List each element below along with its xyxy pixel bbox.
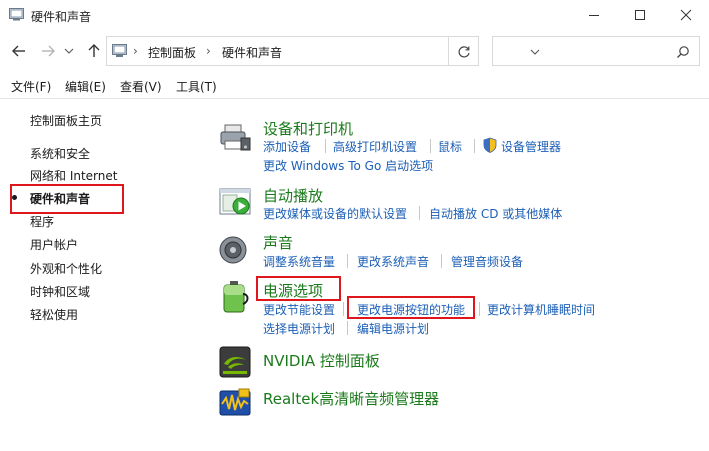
category-title-sound[interactable]: 声音 — [263, 232, 293, 253]
close-button[interactable] — [663, 0, 709, 30]
close-icon — [680, 9, 692, 21]
link-add-device[interactable]: 添加设备 — [263, 138, 311, 155]
link-autoplay-cd[interactable]: 自动播放 CD 或其他媒体 — [429, 205, 562, 222]
link-adjust-volume[interactable]: 调整系统音量 — [263, 253, 335, 270]
menu-bar: 文件(F) 编辑(E) 查看(V) 工具(T) — [0, 76, 709, 96]
printer-icon — [220, 124, 251, 151]
sidebar-item-network-internet[interactable]: 网络和 Internet — [30, 167, 117, 184]
link-change-sleep-time[interactable]: 更改计算机睡眠时间 — [487, 301, 595, 318]
menu-file[interactable]: 文件(F) — [11, 78, 51, 95]
sidebar-item-control-panel-home[interactable]: 控制面板主页 — [30, 112, 102, 129]
link-choose-power-plan[interactable]: 选择电源计划 — [263, 320, 335, 337]
link-change-system-sounds[interactable]: 更改系统声音 — [357, 253, 429, 270]
refresh-icon — [458, 46, 470, 58]
search-icon — [677, 46, 689, 58]
realtek-audio-icon — [219, 388, 251, 416]
minimize-icon — [589, 15, 599, 16]
sidebar-item-user-accounts[interactable]: 用户帐户 — [30, 236, 78, 253]
link-separator — [325, 139, 326, 153]
maximize-button[interactable] — [617, 0, 663, 30]
sidebar-item-programs[interactable]: 程序 — [30, 213, 54, 230]
link-advanced-printer-settings[interactable]: 高级打印机设置 — [333, 138, 417, 155]
link-mouse[interactable]: 鼠标 — [438, 138, 462, 155]
title-bar: 硬件和声音 — [0, 0, 709, 30]
window-title: 硬件和声音 — [31, 10, 92, 24]
link-separator — [347, 254, 348, 268]
link-separator — [479, 302, 480, 316]
link-device-manager[interactable]: 设备管理器 — [501, 138, 561, 155]
menu-divider — [0, 98, 709, 99]
link-separator — [430, 139, 431, 153]
link-separator — [419, 206, 420, 220]
search-input[interactable] — [492, 36, 700, 66]
control-panel-icon — [9, 8, 24, 21]
sidebar-item-system-security[interactable]: 系统和安全 — [30, 145, 90, 162]
breadcrumb-separator-icon[interactable]: › — [133, 44, 138, 58]
back-arrow-icon[interactable] — [9, 41, 29, 61]
up-arrow-icon[interactable] — [84, 41, 104, 61]
address-bar[interactable]: › 控制面板 › 硬件和声音 — [106, 36, 540, 66]
battery-icon — [223, 281, 249, 313]
breadcrumb-separator-icon[interactable]: › — [206, 44, 211, 58]
category-title-autoplay[interactable]: 自动播放 — [263, 185, 323, 206]
highlight-box — [347, 296, 475, 319]
link-change-power-saving[interactable]: 更改节能设置 — [263, 301, 335, 318]
breadcrumb-control-panel[interactable]: 控制面板 — [148, 44, 196, 61]
recent-locations-chevron-icon[interactable] — [62, 41, 76, 61]
sidebar-item-appearance[interactable]: 外观和个性化 — [30, 260, 102, 277]
autoplay-icon — [219, 188, 251, 215]
navigation-bar: › 控制面板 › 硬件和声音 — [0, 36, 709, 66]
category-title-nvidia[interactable]: NVIDIA 控制面板 — [263, 350, 380, 371]
forward-arrow-icon[interactable] — [38, 41, 58, 61]
maximize-icon — [635, 10, 645, 20]
link-separator — [474, 139, 475, 153]
category-title-devices-printers[interactable]: 设备和打印机 — [263, 118, 353, 139]
menu-edit[interactable]: 编辑(E) — [65, 78, 106, 95]
highlight-box — [10, 184, 124, 214]
link-separator — [347, 321, 348, 335]
menu-view[interactable]: 查看(V) — [120, 78, 162, 95]
link-edit-power-plan[interactable]: 编辑电源计划 — [357, 320, 429, 337]
sidebar-item-clock-region[interactable]: 时钟和区域 — [30, 283, 90, 300]
link-manage-audio-devices[interactable]: 管理音频设备 — [451, 253, 523, 270]
highlight-box — [256, 276, 341, 301]
shield-icon — [483, 137, 497, 153]
nvidia-icon — [219, 346, 251, 378]
control-panel-icon — [112, 44, 127, 57]
link-change-media-defaults[interactable]: 更改媒体或设备的默认设置 — [263, 205, 407, 222]
menu-tools[interactable]: 工具(T) — [176, 78, 217, 95]
breadcrumb-hardware-sound[interactable]: 硬件和声音 — [222, 44, 282, 61]
speaker-icon — [219, 236, 247, 264]
link-windows-to-go[interactable]: 更改 Windows To Go 启动选项 — [263, 157, 433, 174]
link-separator — [441, 254, 442, 268]
link-separator — [343, 302, 344, 316]
category-title-realtek[interactable]: Realtek高清晰音频管理器 — [263, 388, 439, 409]
refresh-button[interactable] — [449, 36, 479, 66]
minimize-button[interactable] — [571, 0, 617, 30]
sidebar-item-ease-of-access[interactable]: 轻松使用 — [30, 306, 78, 323]
